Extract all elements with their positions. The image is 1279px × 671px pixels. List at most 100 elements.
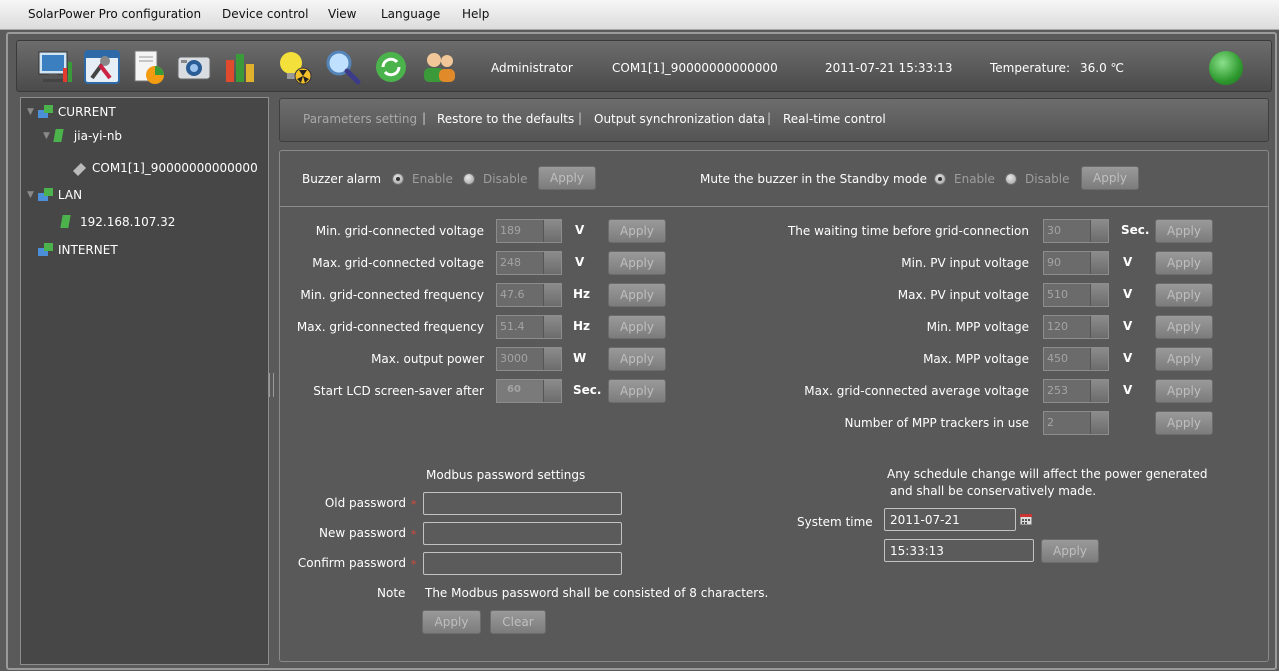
network-icon (37, 105, 53, 118)
spinner-arrow-icon[interactable] (1090, 412, 1108, 434)
menu-device-control[interactable]: Device control (222, 7, 308, 21)
menu-view[interactable]: View (328, 7, 356, 21)
panel-splitter[interactable] (269, 373, 274, 397)
param-apply-button[interactable]: Apply (608, 219, 666, 243)
param-unit: V (1123, 351, 1133, 365)
param-spinner[interactable]: 189 (496, 219, 562, 243)
param-apply-button[interactable]: Apply (608, 315, 666, 339)
buzzer-disable-radio[interactable] (463, 173, 475, 185)
tab-parameters-setting[interactable]: Parameters setting (303, 112, 417, 126)
monitor-icon[interactable] (37, 48, 75, 86)
param-spinner[interactable]: 2 (1043, 411, 1109, 435)
device-tree: ▼ CURRENT ▼ jia-yi-nb COM1[1]_9000000000… (20, 97, 269, 665)
tree-node-host[interactable]: ▼ jia-yi-nb (43, 126, 122, 146)
confirm-password-input[interactable] (423, 552, 622, 575)
param-spinner[interactable]: 51.4 (496, 315, 562, 339)
param-spinner[interactable]: 47.6 (496, 283, 562, 307)
param-apply-button[interactable]: Apply (1155, 411, 1213, 435)
new-password-input[interactable] (423, 522, 622, 545)
new-password-label: New password (319, 526, 406, 540)
spinner-arrow-icon[interactable] (543, 316, 561, 338)
note-text: The Modbus password shall be consisted o… (425, 586, 769, 600)
param-apply-button[interactable]: Apply (608, 251, 666, 275)
chevron-down-icon[interactable] (543, 380, 561, 402)
system-time-input[interactable]: 15:33:13 (884, 539, 1034, 562)
menu-help[interactable]: Help (462, 7, 489, 21)
buzzer-alarm-label: Buzzer alarm (302, 172, 382, 186)
tree-label-internet: INTERNET (58, 243, 118, 257)
system-date-input[interactable]: 2011-07-21 (884, 508, 1016, 531)
mute-enable-radio[interactable] (934, 173, 946, 185)
param-apply-button[interactable]: Apply (608, 283, 666, 307)
search-icon[interactable] (324, 48, 362, 86)
param-apply-button[interactable]: Apply (1155, 219, 1213, 243)
param-spinner[interactable]: 510 (1043, 283, 1109, 307)
param-spinner[interactable]: 253 (1043, 379, 1109, 403)
param-apply-button[interactable]: Apply (608, 379, 666, 403)
old-password-input[interactable] (423, 492, 622, 515)
param-apply-button[interactable]: Apply (1155, 315, 1213, 339)
tree-node-current[interactable]: ▼ CURRENT (27, 102, 116, 122)
camera-icon[interactable] (175, 48, 213, 86)
tree-node-lan[interactable]: ▼ LAN (27, 185, 82, 205)
spinner-arrow-icon[interactable] (543, 284, 561, 306)
param-spinner[interactable]: 3000 (496, 347, 562, 371)
screensaver-dropdown[interactable]: 60 (496, 379, 562, 403)
param-spinner[interactable]: 90 (1043, 251, 1109, 275)
param-label: Min. grid-connected frequency (300, 288, 484, 302)
temperature-label: Temperature: (990, 61, 1071, 75)
param-spinner[interactable]: 120 (1043, 315, 1109, 339)
param-unit: V (1123, 287, 1133, 301)
users-icon[interactable] (420, 48, 458, 86)
modbus-apply-button[interactable]: Apply (422, 610, 481, 634)
buzzer-enable-radio[interactable] (392, 173, 404, 185)
spinner-arrow-icon[interactable] (1090, 220, 1108, 242)
menu-solarpower[interactable]: SolarPower Pro configuration (28, 7, 201, 21)
expand-arrow-icon[interactable]: ▼ (43, 131, 50, 141)
expand-arrow-icon[interactable]: ▼ (27, 107, 34, 117)
tree-node-ip[interactable]: 192.168.107.32 (59, 212, 175, 232)
spinner-arrow-icon[interactable] (543, 348, 561, 370)
spinner-arrow-icon[interactable] (543, 220, 561, 242)
tab-output-sync[interactable]: Output synchronization data (594, 112, 765, 126)
mute-enable-label: Enable (954, 172, 995, 186)
spinner-arrow-icon[interactable] (1090, 380, 1108, 402)
tree-label-host: jia-yi-nb (73, 129, 123, 143)
radiation-bulb-icon[interactable] (275, 48, 313, 86)
spinner-arrow-icon[interactable] (1090, 348, 1108, 370)
tab-real-time-control[interactable]: Real-time control (783, 112, 886, 126)
param-spinner[interactable]: 450 (1043, 347, 1109, 371)
system-time-apply-button[interactable]: Apply (1041, 539, 1099, 563)
param-unit: Hz (573, 319, 591, 333)
buzzer-apply-button[interactable]: Apply (538, 166, 596, 190)
spinner-arrow-icon[interactable] (543, 252, 561, 274)
required-mark: * (411, 528, 417, 541)
report-icon[interactable] (129, 48, 167, 86)
param-spinner[interactable]: 248 (496, 251, 562, 275)
spinner-arrow-icon[interactable] (1090, 316, 1108, 338)
param-apply-button[interactable]: Apply (1155, 379, 1213, 403)
battery-bar-icon[interactable] (221, 48, 259, 86)
expand-arrow-icon[interactable]: ▼ (27, 190, 34, 200)
mute-apply-button[interactable]: Apply (1081, 166, 1139, 190)
param-apply-button[interactable]: Apply (1155, 347, 1213, 371)
tree-label-current: CURRENT (57, 105, 116, 119)
param-unit: V (575, 223, 585, 237)
mute-disable-radio[interactable] (1005, 173, 1017, 185)
tab-restore-defaults[interactable]: Restore to the defaults (437, 112, 574, 126)
refresh-icon[interactable] (372, 48, 410, 86)
spinner-arrow-icon[interactable] (1090, 252, 1108, 274)
param-label: Min. MPP voltage (926, 320, 1029, 334)
param-apply-button[interactable]: Apply (608, 347, 666, 371)
param-apply-button[interactable]: Apply (1155, 251, 1213, 275)
buzzer-enable-label: Enable (412, 172, 453, 186)
calendar-icon[interactable] (1020, 513, 1032, 525)
tree-node-internet[interactable]: INTERNET (37, 240, 118, 260)
param-apply-button[interactable]: Apply (1155, 283, 1213, 307)
modbus-clear-button[interactable]: Clear (490, 610, 546, 634)
spinner-arrow-icon[interactable] (1090, 284, 1108, 306)
settings-tools-icon[interactable] (83, 48, 121, 86)
param-spinner[interactable]: 30 (1043, 219, 1109, 243)
tree-node-device[interactable]: COM1[1]_90000000000000 (71, 158, 258, 178)
menu-language[interactable]: Language (381, 7, 440, 21)
